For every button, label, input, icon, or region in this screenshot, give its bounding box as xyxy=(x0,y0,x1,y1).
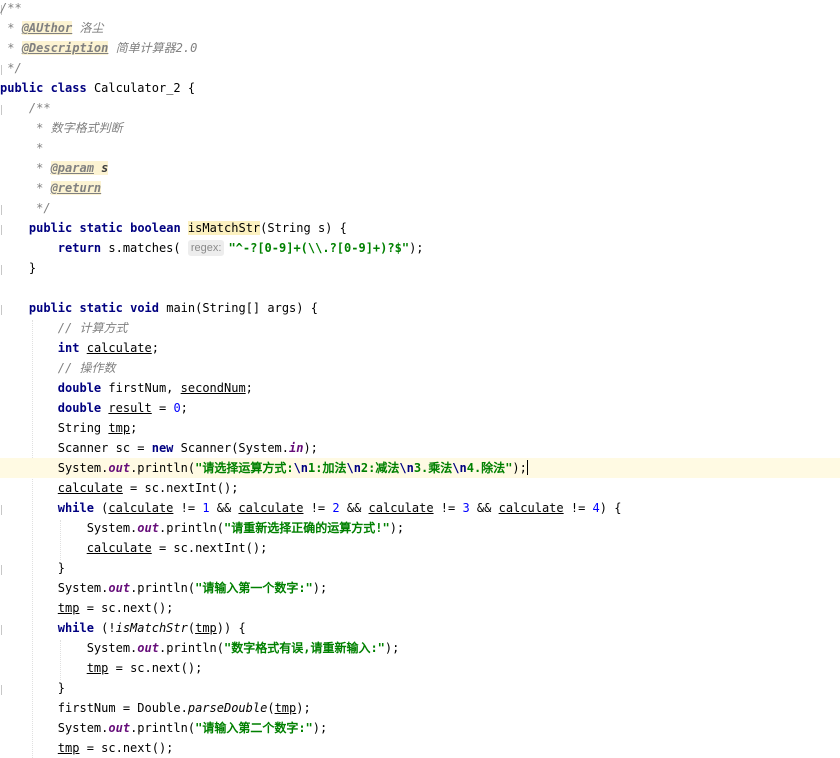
number-literal: 0 xyxy=(173,401,181,415)
doc-comment-open: /** xyxy=(0,1,22,15)
doc-author-value: 洛尘 xyxy=(79,21,104,35)
doc-param-name: s xyxy=(101,161,109,175)
number-literal: 3 xyxy=(462,501,470,515)
doc-description-value: 简单计算器2.0 xyxy=(115,41,198,55)
code-line[interactable]: public class Calculator_2 { xyxy=(0,78,840,98)
doc-tag-return: @return xyxy=(50,181,102,195)
string-bad-format: "数字格式有误,请重新输入:" xyxy=(224,641,385,655)
string-first-number: "请输入第一个数字:" xyxy=(195,581,313,595)
method-doc-close: */ xyxy=(36,201,51,215)
code-line[interactable]: String tmp; xyxy=(0,418,840,438)
code-line[interactable]: System.out.println("请输入第一个数字:"); xyxy=(0,578,840,598)
code-line[interactable]: calculate = sc.nextInt(); xyxy=(0,478,840,498)
code-line[interactable]: double firstNum, secondNum; xyxy=(0,378,840,398)
code-editor[interactable]: /** * @AUthor 洛尘 * @Description 简单计算器2.0… xyxy=(0,0,840,758)
doc-tag-author: @AUthor xyxy=(21,21,73,35)
code-line[interactable]: * 数字格式判断 xyxy=(0,118,840,138)
method-doc-open: /** xyxy=(28,101,51,115)
doc-comment-close: */ xyxy=(7,61,22,75)
method-doc-summary: 数字格式判断 xyxy=(50,121,123,135)
string-op3: 3.乘法 xyxy=(413,461,453,475)
method-name-isMatchStr: isMatchStr xyxy=(187,221,261,235)
code-line[interactable]: public static void main(String[] args) { xyxy=(0,298,840,318)
number-literal: 2 xyxy=(332,501,340,515)
code-line[interactable]: tmp = sc.next(); xyxy=(0,658,840,678)
code-line[interactable]: Scanner sc = new Scanner(System.in); xyxy=(0,438,840,458)
code-line[interactable]: calculate = sc.nextInt(); xyxy=(0,538,840,558)
class-name: Calculator_2 xyxy=(93,81,181,95)
code-line[interactable]: * @AUthor 洛尘 xyxy=(0,18,840,38)
code-line[interactable]: while (calculate != 1 && calculate != 2 … xyxy=(0,498,840,518)
code-line[interactable]: tmp = sc.next(); xyxy=(0,738,840,758)
code-line[interactable]: * xyxy=(0,138,840,158)
number-literal: 4 xyxy=(592,501,600,515)
code-line[interactable]: public static boolean isMatchStr(String … xyxy=(0,218,840,238)
doc-comment-star: * xyxy=(0,21,22,35)
doc-tag-param: @param xyxy=(50,161,94,175)
code-line[interactable]: // 计算方式 xyxy=(0,318,840,338)
code-line[interactable]: } xyxy=(0,258,840,278)
number-literal: 1 xyxy=(202,501,210,515)
code-line[interactable]: } xyxy=(0,558,840,578)
text-caret xyxy=(526,460,528,475)
parameter-hint: regex: xyxy=(187,240,225,256)
regex-literal: "^-?[0-9]+(\\.?[0-9]+)?$" xyxy=(228,241,410,255)
comment-operands: // 操作数 xyxy=(57,361,116,375)
code-line[interactable] xyxy=(0,278,840,298)
code-line[interactable]: tmp = sc.next(); xyxy=(0,598,840,618)
code-line[interactable]: System.out.println("数字格式有误,请重新输入:"); xyxy=(0,638,840,658)
code-line[interactable]: while (!isMatchStr(tmp)) { xyxy=(0,618,840,638)
code-line[interactable]: /** xyxy=(0,98,840,118)
code-line[interactable]: // 操作数 xyxy=(0,358,840,378)
string-op1: 1:加法 xyxy=(308,461,347,475)
code-line[interactable]: * @Description 简单计算器2.0 xyxy=(0,38,840,58)
string-second-number: "请输入第二个数字:" xyxy=(195,721,313,735)
code-line[interactable]: return s.matches( regex: "^-?[0-9]+(\\.?[… xyxy=(0,238,840,258)
code-line[interactable]: int calculate; xyxy=(0,338,840,358)
code-line[interactable]: */ xyxy=(0,58,840,78)
code-line[interactable]: } xyxy=(0,678,840,698)
doc-tag-description: @Description xyxy=(21,41,109,55)
code-line[interactable]: */ xyxy=(0,198,840,218)
code-line[interactable]: System.out.println("请输入第二个数字:"); xyxy=(0,718,840,738)
code-line[interactable]: * @return xyxy=(0,178,840,198)
string-select-op: 请选择运算方式: xyxy=(202,461,294,475)
code-line[interactable]: double result = 0; xyxy=(0,398,840,418)
code-line-current[interactable]: System.out.println("请选择运算方式:\n1:加法\n2:减法… xyxy=(0,458,840,478)
code-line[interactable]: firstNum = Double.parseDouble(tmp); xyxy=(0,698,840,718)
code-line[interactable]: /** xyxy=(0,0,840,18)
code-line[interactable]: * @param s xyxy=(0,158,840,178)
string-reselect: "请重新选择正确的运算方式!" xyxy=(224,521,390,535)
string-op2: 2:减法 xyxy=(360,461,400,475)
comment-calc-mode: // 计算方式 xyxy=(57,321,128,335)
code-line[interactable]: System.out.println("请重新选择正确的运算方式!"); xyxy=(0,518,840,538)
string-op4: 4.除法 xyxy=(466,461,506,475)
